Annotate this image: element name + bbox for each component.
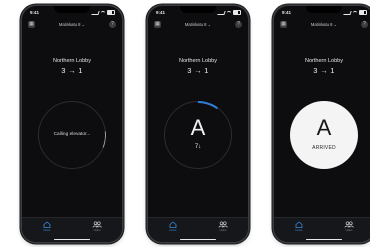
signal-icon [217,10,226,15]
tab-bar: Home Users [22,217,122,242]
lobby-name: Northern Lobby [53,58,91,64]
elevator-letter: A [190,115,206,140]
phone-screen-calling: 9:41 ▦ Matinkatu 8 ⌄ ? Northern Lobby 3 … [22,6,122,242]
tab-users-label: Users [345,229,353,232]
tab-home[interactable]: Home [284,221,314,235]
help-icon[interactable]: ? [361,21,368,28]
wifi-icon [353,10,357,15]
floor-route: 3 → 1 [187,66,209,75]
tab-users[interactable]: Users [334,221,364,235]
elevator-floor-direction: 7↓ [194,144,202,150]
floor-route: 3 → 1 [61,66,83,75]
tab-users-label: Users [93,229,101,232]
signal-icon [91,10,100,15]
header: ▦ Matinkatu 8 ⌄ ? [274,20,370,30]
battery-icon [107,10,115,15]
screens-stage: 9:41 ▦ Matinkatu 8 ⌄ ? Northern Lobby 3 … [0,0,370,247]
battery-icon [233,10,241,15]
status-icons [91,10,115,15]
tab-home-label: Home [43,229,51,232]
chevron-down-icon: ⌄ [81,22,86,27]
chevron-down-icon: ⌄ [207,22,212,27]
lobby-name: Northern Lobby [179,58,217,64]
tab-home-label: Home [295,229,303,232]
help-icon[interactable]: ? [109,21,116,28]
wifi-icon [101,10,105,15]
elevator-letter: A [316,115,332,140]
battery-icon [359,10,367,15]
home-icon [32,221,62,228]
tab-home[interactable]: Home [32,221,62,235]
users-icon [82,221,112,228]
building-name: Matinkatu 8 [58,22,81,27]
building-selector[interactable]: Matinkatu 8 ⌄ [148,22,248,27]
home-icon [158,221,188,228]
calling-status: Calling elevator... [53,132,91,137]
tab-home[interactable]: Home [158,221,188,235]
notch [306,6,342,13]
phone-screen-assigned: 9:41 ▦ Matinkatu 8 ⌄ ? Northern Lobby 3 … [148,6,248,242]
lobby-name: Northern Lobby [305,58,343,64]
users-icon [208,221,238,228]
arrived-status: ARRIVED [312,145,336,151]
status-icons [217,10,241,15]
home-icon [284,221,314,228]
phone-screen-arrived: 9:41 ▦ Matinkatu 8 ⌄ ? Northern Lobby 3 … [274,6,370,242]
tab-users[interactable]: Users [82,221,112,235]
home-indicator [180,238,216,240]
tab-users[interactable]: Users [208,221,238,235]
status-time: 9:41 [30,10,40,15]
chevron-down-icon: ⌄ [333,22,338,27]
home-indicator [306,238,342,240]
header: ▦ Matinkatu 8 ⌄ ? [148,20,248,30]
building-selector[interactable]: Matinkatu 8 ⌄ [274,22,370,27]
status-icons [343,10,367,15]
status-time: 9:41 [156,10,166,15]
status-time: 9:41 [282,10,292,15]
tab-bar: Home Users [274,217,370,242]
signal-icon [343,10,352,15]
users-icon [334,221,364,228]
tab-bar: Home Users [148,217,248,242]
floor-route: 3 → 1 [313,66,335,75]
home-indicator [54,238,90,240]
header: ▦ Matinkatu 8 ⌄ ? [22,20,122,30]
building-name: Matinkatu 8 [184,22,207,27]
wifi-icon [227,10,231,15]
building-name: Matinkatu 8 [310,22,333,27]
notch [54,6,90,13]
tab-home-label: Home [169,229,177,232]
notch [180,6,216,13]
help-icon[interactable]: ? [235,21,242,28]
building-selector[interactable]: Matinkatu 8 ⌄ [22,22,122,27]
tab-users-label: Users [219,229,227,232]
